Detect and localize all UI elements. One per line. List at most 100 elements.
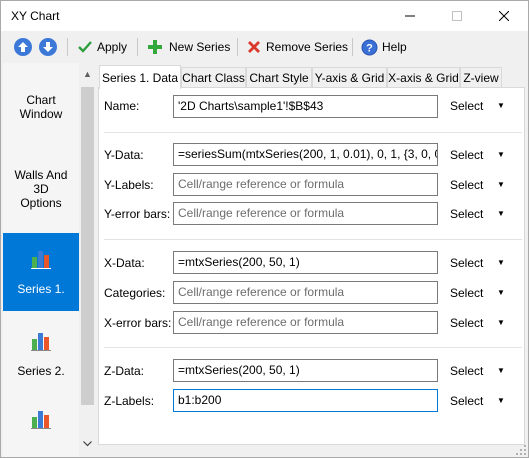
y-data-select-button[interactable]: Select bbox=[450, 148, 483, 162]
nav-scrollbar[interactable]: ▲ bbox=[79, 63, 96, 457]
name-select-dropdown-icon[interactable]: ▼ bbox=[497, 101, 505, 110]
left-navigation: Chart Window Walls And 3D Options Series… bbox=[3, 63, 79, 457]
z-data-select-dropdown-icon[interactable]: ▼ bbox=[497, 366, 505, 375]
nav-item-chart-window[interactable]: Chart Window bbox=[3, 77, 79, 137]
y-data-field[interactable]: =seriesSum(mtxSeries(200, 1, 0.01), 0, 1… bbox=[173, 143, 438, 166]
checkmark-icon bbox=[78, 41, 92, 53]
tab-series-data[interactable]: Series 1. Data bbox=[99, 65, 181, 89]
x-error-bars-field[interactable]: Cell/range reference or formula bbox=[173, 311, 438, 334]
x-error-bars-select-button[interactable]: Select bbox=[450, 316, 483, 330]
close-button[interactable] bbox=[481, 1, 527, 31]
scroll-thumb[interactable] bbox=[81, 87, 94, 405]
nav-item-label: Chart Window bbox=[19, 93, 63, 121]
toolbar-separator bbox=[137, 38, 138, 56]
close-icon bbox=[499, 11, 509, 21]
toolbar: Apply New Series Remove Series ? Help bbox=[1, 31, 528, 63]
resize-grip-icon[interactable] bbox=[515, 444, 527, 456]
move-up-button[interactable] bbox=[14, 35, 32, 59]
tab-label: Series 1. Data bbox=[101, 70, 179, 85]
arrow-up-icon bbox=[14, 38, 32, 56]
categories-label: Categories: bbox=[104, 286, 166, 300]
y-data-select-dropdown-icon[interactable]: ▼ bbox=[497, 150, 505, 159]
minimize-icon bbox=[405, 15, 415, 17]
svg-text:?: ? bbox=[366, 42, 373, 54]
y-error-bars-field[interactable]: Cell/range reference or formula bbox=[173, 202, 438, 225]
x-data-label: X-Data: bbox=[104, 256, 145, 270]
categories-field[interactable]: Cell/range reference or formula bbox=[173, 281, 438, 304]
z-data-label: Z-Data: bbox=[104, 364, 145, 378]
x-data-field[interactable]: =mtxSeries(200, 50, 1) bbox=[173, 251, 438, 274]
tab-label: X-axis & Grid bbox=[388, 70, 459, 85]
categories-select-dropdown-icon[interactable]: ▼ bbox=[497, 288, 505, 297]
apply-button[interactable]: Apply bbox=[77, 35, 127, 59]
move-down-button[interactable] bbox=[39, 35, 57, 59]
name-field[interactable]: '2D Charts\sample1'!$B$43 bbox=[173, 95, 438, 118]
nav-item-series-3[interactable] bbox=[3, 409, 79, 445]
y-labels-select-button[interactable]: Select bbox=[450, 178, 483, 192]
z-labels-field[interactable]: b1:b200 bbox=[173, 389, 438, 412]
tab-label: Chart Class bbox=[182, 70, 245, 85]
xy-chart-window: XY Chart Apply New Series Remove Series … bbox=[0, 0, 529, 458]
maximize-button bbox=[434, 1, 480, 31]
help-button[interactable]: ? Help bbox=[361, 35, 407, 59]
nav-item-walls-3d-options[interactable]: Walls And 3D Options bbox=[3, 159, 79, 219]
z-labels-select-button[interactable]: Select bbox=[450, 394, 483, 408]
arrow-down-icon bbox=[39, 38, 57, 56]
x-data-select-button[interactable]: Select bbox=[450, 256, 483, 270]
section-divider bbox=[104, 347, 522, 348]
new-series-button[interactable]: New Series bbox=[147, 35, 230, 59]
x-error-bars-label: X-error bars: bbox=[104, 316, 172, 330]
y-error-bars-label: Y-error bars: bbox=[104, 207, 171, 221]
tab-y-axis-grid[interactable]: Y-axis & Grid bbox=[312, 67, 387, 87]
window-title: XY Chart bbox=[11, 9, 60, 23]
z-data-select-button[interactable]: Select bbox=[450, 364, 483, 378]
remove-series-button[interactable]: Remove Series bbox=[246, 35, 348, 59]
x-data-select-dropdown-icon[interactable]: ▼ bbox=[497, 258, 505, 267]
nav-item-series-1[interactable]: Series 1. bbox=[3, 233, 79, 311]
tab-x-axis-grid[interactable]: X-axis & Grid bbox=[387, 67, 460, 87]
tab-chart-class[interactable]: Chart Class bbox=[181, 67, 246, 87]
scroll-down-icon[interactable] bbox=[79, 435, 96, 452]
remove-series-label: Remove Series bbox=[266, 40, 349, 54]
nav-item-label: Walls And 3D Options bbox=[14, 168, 68, 210]
section-divider bbox=[104, 239, 522, 240]
nav-item-series-2[interactable]: Series 2. bbox=[3, 315, 79, 393]
scroll-up-icon[interactable]: ▲ bbox=[79, 65, 96, 82]
nav-item-label: Series 1. bbox=[17, 281, 65, 296]
name-select-button[interactable]: Select bbox=[450, 99, 483, 113]
y-labels-field[interactable]: Cell/range reference or formula bbox=[173, 173, 438, 196]
apply-label: Apply bbox=[97, 40, 128, 54]
z-labels-label: Z-Labels: bbox=[104, 394, 155, 408]
toolbar-separator bbox=[352, 38, 353, 56]
x-error-bars-select-dropdown-icon[interactable]: ▼ bbox=[497, 318, 505, 327]
tab-label: Y-axis & Grid bbox=[314, 70, 385, 85]
y-labels-select-dropdown-icon[interactable]: ▼ bbox=[497, 180, 505, 189]
section-divider bbox=[104, 132, 522, 133]
nav-item-label: Series 2. bbox=[17, 363, 65, 378]
z-data-field[interactable]: =mtxSeries(200, 50, 1) bbox=[173, 359, 438, 382]
bar-chart-icon bbox=[31, 250, 51, 269]
y-data-label: Y-Data: bbox=[104, 148, 144, 162]
minimize-button[interactable] bbox=[387, 1, 433, 31]
y-labels-label: Y-Labels: bbox=[104, 178, 154, 192]
tab-chart-style[interactable]: Chart Style bbox=[246, 67, 312, 87]
tab-z-view[interactable]: Z-view bbox=[460, 67, 502, 87]
maximize-icon bbox=[452, 11, 462, 21]
categories-select-button[interactable]: Select bbox=[450, 286, 483, 300]
z-labels-select-dropdown-icon[interactable]: ▼ bbox=[497, 396, 505, 405]
help-label: Help bbox=[382, 40, 407, 54]
help-icon: ? bbox=[361, 39, 378, 55]
bar-chart-icon bbox=[31, 411, 51, 429]
remove-x-icon bbox=[248, 41, 260, 53]
toolbar-separator bbox=[237, 38, 238, 56]
toolbar-separator bbox=[67, 38, 68, 56]
tab-label: Chart Style bbox=[249, 70, 309, 85]
bar-chart-icon bbox=[31, 332, 51, 351]
plus-icon bbox=[148, 40, 162, 54]
tab-label: Z-view bbox=[463, 70, 499, 85]
y-error-bars-select-dropdown-icon[interactable]: ▼ bbox=[497, 209, 505, 218]
name-label: Name: bbox=[104, 99, 140, 113]
title-bar: XY Chart bbox=[1, 1, 528, 31]
y-error-bars-select-button[interactable]: Select bbox=[450, 207, 483, 221]
new-series-label: New Series bbox=[169, 40, 231, 54]
